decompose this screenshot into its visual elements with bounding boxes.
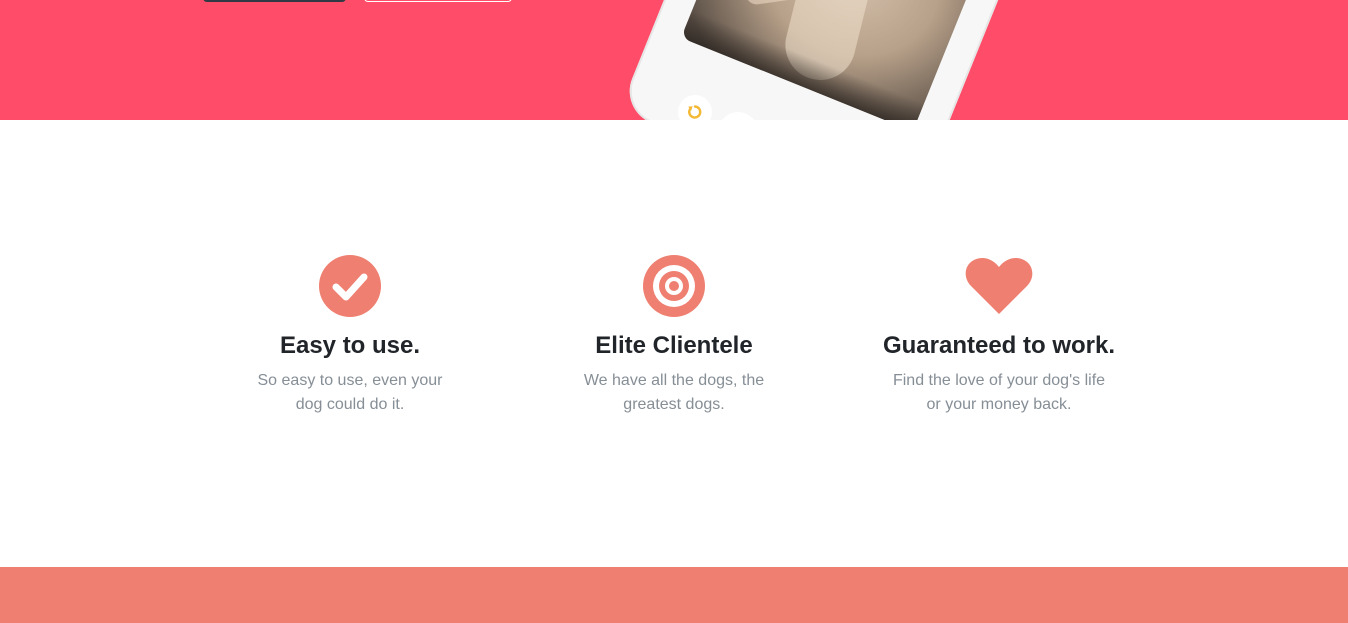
hero-section [0, 0, 1348, 120]
checkmark-circle-icon [314, 253, 386, 319]
feature-guaranteed-to-work: Guaranteed to work. Find the love of you… [869, 253, 1129, 417]
feature-title: Elite Clientele [595, 332, 753, 359]
target-icon [638, 253, 710, 319]
feature-elite-clientele: Elite Clientele We have all the dogs, th… [544, 253, 804, 417]
feature-description: We have all the dogs, the greatest dogs. [583, 372, 765, 413]
download-button-dark[interactable] [203, 0, 346, 2]
features-section: Easy to use. So easy to use, even your d… [0, 120, 1348, 567]
feature-title: Easy to use. [279, 332, 421, 359]
bottom-section [0, 567, 1348, 623]
phone-screen-dog-photo [681, 0, 988, 120]
feature-title: Guaranteed to work. [882, 332, 1116, 359]
download-button-outline[interactable] [364, 0, 512, 2]
feature-description: So easy to use, even your dog could do i… [257, 372, 443, 413]
feature-easy-to-use: Easy to use. So easy to use, even your d… [220, 253, 480, 417]
feature-description: Find the love of your dog's life or your… [892, 372, 1106, 413]
heart-icon [963, 253, 1035, 319]
